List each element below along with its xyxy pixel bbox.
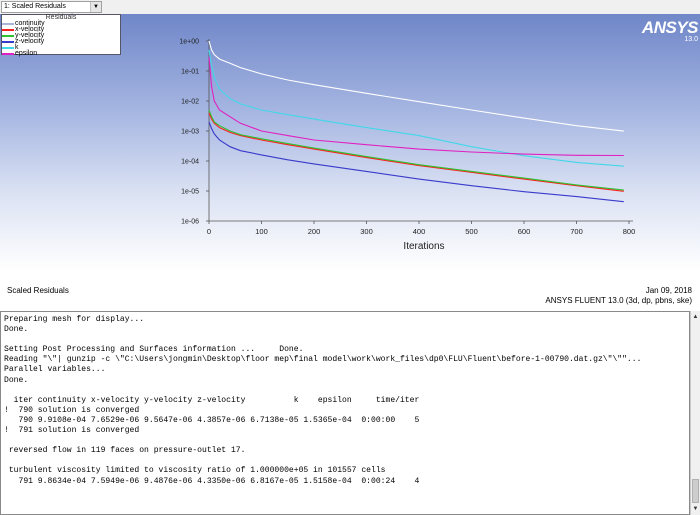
logo-name: ANSYS bbox=[641, 18, 699, 37]
console-scrollbar[interactable]: ▲ ▼ bbox=[690, 311, 700, 515]
legend-swatch bbox=[2, 47, 14, 49]
legend-swatch bbox=[2, 41, 14, 43]
series-line-y-velocity bbox=[208, 109, 624, 191]
caption-product: ANSYS FLUENT 13.0 (3d, dp, pbns, ske) bbox=[545, 296, 692, 305]
series-line-x-velocity bbox=[208, 112, 624, 192]
x-axis-label: Iterations bbox=[403, 241, 444, 252]
caption-date: Jan 09, 2018 bbox=[645, 286, 692, 295]
console-text[interactable]: Preparing mesh for display... Done. Sett… bbox=[1, 312, 689, 487]
chart-legend: Residuals continuity x-velocity y-velocity… bbox=[1, 14, 121, 57]
legend-swatch bbox=[2, 35, 14, 37]
scrollbar-thumb[interactable] bbox=[692, 479, 699, 503]
legend-swatch bbox=[2, 29, 14, 31]
y-tick-label: 1e-06 bbox=[181, 219, 199, 226]
legend-label: z-velocity bbox=[15, 38, 45, 45]
caption-title: Scaled Residuals bbox=[7, 286, 69, 295]
x-tick-label: 600 bbox=[518, 227, 531, 236]
ansys-logo: ANSYS 13.0 bbox=[641, 18, 699, 43]
legend-item: epsilon bbox=[2, 50, 120, 57]
x-tick-label: 500 bbox=[465, 227, 478, 236]
y-tick-label: 1e-01 bbox=[181, 69, 199, 76]
series-line-continuity bbox=[208, 40, 624, 132]
legend-swatch bbox=[2, 23, 14, 25]
console-panel[interactable]: Preparing mesh for display... Done. Sett… bbox=[0, 311, 690, 515]
legend-swatch bbox=[2, 53, 14, 55]
y-tick-label: 1e-04 bbox=[181, 159, 199, 166]
scroll-up-arrow-icon[interactable]: ▲ bbox=[691, 312, 700, 322]
x-tick-label: 800 bbox=[623, 227, 636, 236]
x-tick-label: 400 bbox=[413, 227, 426, 236]
x-tick-label: 200 bbox=[308, 227, 321, 236]
y-tick-label: 1e+00 bbox=[179, 39, 199, 46]
y-tick-label: 1e-05 bbox=[181, 189, 199, 196]
plot-caption: Scaled Residuals Jan 09, 2018 ANSYS FLUE… bbox=[0, 271, 700, 311]
x-tick-label: 300 bbox=[360, 227, 373, 236]
y-tick-label: 1e-03 bbox=[181, 129, 199, 136]
x-tick-label: 100 bbox=[255, 227, 268, 236]
series-line-z-velocity bbox=[208, 121, 624, 203]
y-tick-label: 1e-02 bbox=[181, 99, 199, 106]
x-tick-label: 700 bbox=[570, 227, 583, 236]
x-tick-label: 0 bbox=[207, 227, 211, 236]
legend-label: epsilon bbox=[15, 50, 38, 57]
scroll-down-arrow-icon[interactable]: ▼ bbox=[691, 504, 700, 514]
